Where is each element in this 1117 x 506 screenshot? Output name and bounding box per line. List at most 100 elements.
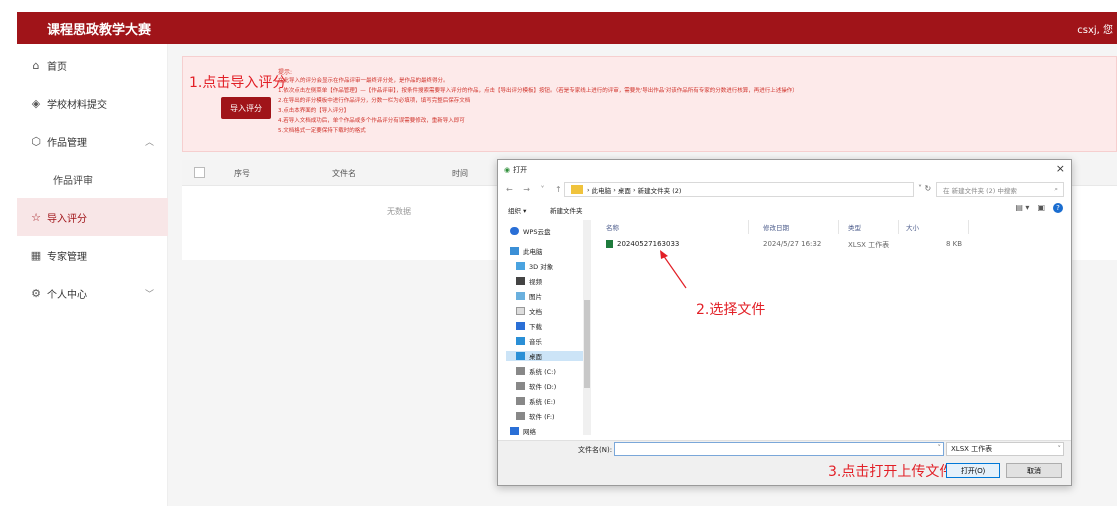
tree-item-documents[interactable]: 文档 <box>516 306 542 316</box>
cloud-icon <box>510 227 519 235</box>
tree-item-music[interactable]: 音乐 <box>516 336 542 346</box>
layers-icon: ◈ <box>31 96 41 110</box>
user-name[interactable]: csxj, 您 <box>1077 21 1113 36</box>
tree-item-label: 系统 (C:) <box>529 368 556 376</box>
close-icon[interactable]: × <box>1056 162 1065 175</box>
annotation-step1: 1.点击导入评分 <box>189 75 287 91</box>
chevron-down-icon[interactable]: ˅ <box>938 444 942 452</box>
tree-item-label: 文档 <box>529 308 542 316</box>
document-icon <box>516 307 525 315</box>
filetype-value: XLSX 工作表 <box>951 445 993 453</box>
breadcrumb-sep: › <box>630 185 638 194</box>
tip-box: 1.点击导入评分 导入评分 提示: 在此导入的评分会显示在作品评审一最终评分处，… <box>182 56 1117 152</box>
tree-scrollbar[interactable] <box>583 220 591 435</box>
drive-icon <box>516 412 525 420</box>
preview-pane-icon[interactable]: ▣ <box>1037 203 1045 213</box>
breadcrumb-item[interactable]: 新建文件夹 (2) <box>638 185 682 195</box>
file-open-icon: ◉ <box>504 166 511 174</box>
drive-icon <box>516 382 525 390</box>
new-folder-button[interactable]: 新建文件夹 <box>550 205 583 215</box>
cancel-button[interactable]: 取消 <box>1006 463 1062 478</box>
tree-item-wps[interactable]: WPS云盘 <box>510 226 550 236</box>
tree-item-3d[interactable]: 3D 对象 <box>516 261 553 271</box>
desktop-icon <box>516 352 525 360</box>
column-divider <box>838 220 839 234</box>
tree-item-downloads[interactable]: 下载 <box>516 321 542 331</box>
sidebar-item-label: 作品管理 <box>47 137 87 149</box>
chevron-down-icon: ˅ <box>1057 445 1062 453</box>
sidebar-item-import-score[interactable]: ☆ 导入评分 <box>17 198 168 236</box>
filename-input[interactable]: ˅ <box>614 442 944 456</box>
tree-item-label: 网络 <box>523 428 536 435</box>
tree-item-label: 软件 (F:) <box>529 413 555 421</box>
column-divider <box>968 220 969 234</box>
tree-item-drive-f[interactable]: 软件 (F:) <box>516 411 555 421</box>
sidebar-item-label: 个人中心 <box>47 289 87 301</box>
scrollbar-thumb[interactable] <box>584 300 590 388</box>
sidebar-item-label: 作品评审 <box>53 175 93 187</box>
column-header-index: 序号 <box>234 169 250 178</box>
tree-item-network[interactable]: 网络 <box>510 426 536 435</box>
tree-item-drive-c[interactable]: 系统 (C:) <box>516 366 556 376</box>
sidebar-item-home[interactable]: ⌂ 首页 <box>17 46 168 84</box>
sidebar-item-label: 导入评分 <box>47 213 87 225</box>
breadcrumb-item[interactable]: 桌面 <box>618 185 631 195</box>
dialog-footer: 文件名(N): ˅ XLSX 工作表 ˅ 3.点击打开上传文件 打开(O) 取消 <box>498 440 1071 485</box>
grid-icon: ▦ <box>30 248 42 262</box>
chevron-up-icon: ︿ <box>144 137 154 148</box>
tree-item-drive-e[interactable]: 系统 (E:) <box>516 396 555 406</box>
help-icon[interactable]: ? <box>1053 203 1063 213</box>
view-mode-icon[interactable]: ▤ ▾ <box>1015 203 1029 213</box>
tip-title: 提示: <box>278 69 293 76</box>
tree-item-video[interactable]: 视频 <box>516 276 542 286</box>
sidebar-item-review[interactable]: 作品评审 <box>17 160 168 198</box>
search-placeholder: 在 新建文件夹 (2) 中搜索 <box>943 186 1017 195</box>
tree-item-drive-d[interactable]: 软件 (D:) <box>516 381 556 391</box>
sidebar-item-profile[interactable]: ⚙ 个人中心 ﹀ <box>17 274 168 312</box>
tree-item-label: 3D 对象 <box>529 263 554 271</box>
settings-icon: ⚙ <box>31 286 41 300</box>
cube-3d-icon <box>516 262 525 270</box>
tree-item-desktop[interactable]: 桌面 <box>506 351 588 361</box>
drive-icon <box>516 397 525 405</box>
column-header-size[interactable]: 大小 <box>906 222 919 232</box>
refresh-icon[interactable]: ˅ ↻ <box>918 184 931 193</box>
column-header-name[interactable]: 名称 <box>606 222 619 232</box>
sidebar-item-label: 专家管理 <box>47 251 87 263</box>
open-file-dialog: ◉ 打开 × ← → ˅ ↑ › 此电脑 › 桌面 › 新建文件夹 (2) ˅ … <box>497 159 1072 486</box>
column-header-time: 时间 <box>452 169 468 178</box>
organize-button[interactable]: 组织 ▾ <box>508 205 526 215</box>
open-button[interactable]: 打开(O) <box>946 463 1000 478</box>
empty-state: 无数据 <box>387 207 411 216</box>
tree-item-pictures[interactable]: 图片 <box>516 291 542 301</box>
dialog-title: 打开 <box>513 166 528 174</box>
tip-line: 2.在导出的评分模板中进行作品评分，分数一栏为必填项，填写完整后保存文档 <box>278 98 471 104</box>
file-row[interactable]: 20240527163033 2024/5/27 16:32 XLSX 工作表 … <box>598 238 1068 252</box>
nav-arrows[interactable]: ← → ˅ ↑ <box>506 185 566 194</box>
address-bar[interactable]: › 此电脑 › 桌面 › 新建文件夹 (2) <box>564 182 914 197</box>
tree-item-pc[interactable]: 此电脑 <box>510 246 543 256</box>
tree-item-label: 软件 (D:) <box>529 383 557 391</box>
star-icon: ☆ <box>31 210 41 224</box>
column-header-type[interactable]: 类型 <box>848 222 861 232</box>
tree-item-label: 系统 (E:) <box>529 398 556 406</box>
sidebar-item-label: 首页 <box>47 61 67 73</box>
sidebar-item-works[interactable]: ⬡ 作品管理 ︿ <box>17 122 168 160</box>
import-score-button[interactable]: 导入评分 <box>221 97 271 119</box>
sidebar-item-experts[interactable]: ▦ 专家管理 <box>17 236 168 274</box>
download-icon <box>516 322 525 330</box>
breadcrumb-sep: › <box>611 185 618 194</box>
column-header-date[interactable]: 修改日期 <box>763 222 789 232</box>
tree-item-label: 视频 <box>529 278 542 286</box>
search-input[interactable]: 在 新建文件夹 (2) 中搜索 ⌕ <box>936 182 1064 197</box>
select-all-checkbox[interactable] <box>194 167 205 178</box>
sidebar-item-school-materials[interactable]: ◈ 学校材料提交 <box>17 84 168 122</box>
tip-line: 在此导入的评分会显示在作品评审一最终评分处，是作品的最终得分。 <box>278 78 449 84</box>
tree-item-label: 图片 <box>529 293 542 301</box>
breadcrumb-item[interactable]: 此电脑 <box>592 185 612 195</box>
chevron-down-icon: ﹀ <box>144 289 154 300</box>
filetype-select[interactable]: XLSX 工作表 ˅ <box>946 442 1064 456</box>
tree-item-label: 下载 <box>529 323 542 331</box>
music-icon <box>516 337 525 345</box>
view-options: ▤ ▾ ▣ ? <box>1015 203 1063 213</box>
